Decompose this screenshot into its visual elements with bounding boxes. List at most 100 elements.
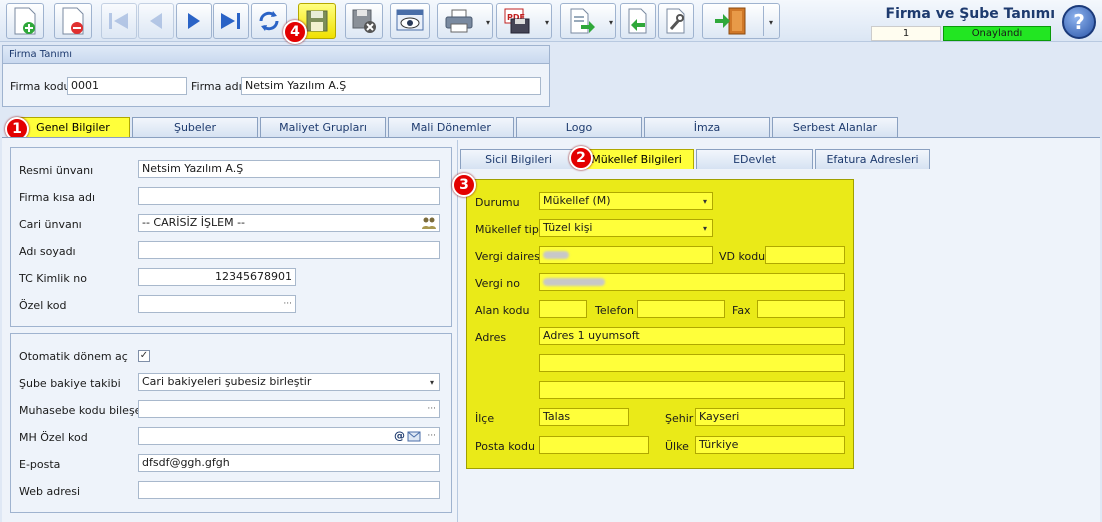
durum-select[interactable]: Mükellef (M) ▾ <box>539 192 713 210</box>
kisa-ad-label: Firma kısa adı <box>19 191 96 204</box>
chevron-down-icon[interactable]: ▾ <box>703 194 707 209</box>
adres-line-3-input[interactable] <box>539 381 845 399</box>
chevron-down-icon[interactable]: ▾ <box>545 18 549 27</box>
vergi-no-label: Vergi no <box>475 277 521 290</box>
email-at-icon[interactable]: @ <box>394 428 405 444</box>
resmi-unvan-label: Resmi ünvanı <box>19 164 94 177</box>
chevron-down-icon[interactable]: ▾ <box>769 18 773 27</box>
firma-group-title: Firma Tanımı <box>3 46 549 64</box>
new-doc-icon <box>14 7 36 35</box>
adres-label: Adres <box>475 331 507 344</box>
alan-kodu-label: Alan kodu <box>475 304 530 317</box>
tc-label: TC Kimlik no <box>19 272 87 285</box>
telefon-label: Telefon <box>595 304 635 317</box>
oto-donem-label: Otomatik dönem aç <box>19 350 128 363</box>
help-icon[interactable]: ? <box>1062 5 1096 39</box>
eposta-input[interactable]: dfsdf@ggh.gfgh <box>138 454 440 472</box>
tab-logo[interactable]: Logo <box>516 117 642 137</box>
tab-efatura-adresleri[interactable]: Efatura Adresleri <box>815 149 930 169</box>
sehir-input[interactable]: Kayseri <box>695 408 845 426</box>
resmi-unvan-input[interactable]: Netsim Yazılım A.Ş <box>138 160 440 178</box>
ulke-label: Ülke <box>665 440 689 453</box>
tab-mukellef-bilgileri[interactable]: Mükellef Bilgileri <box>579 149 694 169</box>
tools-button[interactable] <box>658 3 694 39</box>
cari-unvan-input[interactable]: -- CARİSİZ İŞLEM -- <box>138 214 440 232</box>
refresh-icon <box>259 11 279 31</box>
redacted-value <box>543 251 569 259</box>
mh-ozel-input[interactable]: @ ··· <box>138 427 440 445</box>
next-record-button[interactable] <box>176 3 212 39</box>
firma-code-input[interactable]: 0001 <box>67 77 187 95</box>
print-button[interactable]: ▾ <box>437 3 493 39</box>
tab-mali-donemler[interactable]: Mali Dönemler <box>388 117 514 137</box>
general-panel: Resmi ünvanı Netsim Yazılım A.Ş Firma kı… <box>10 147 452 327</box>
next-icon <box>188 13 200 29</box>
posta-kodu-label: Posta kodu <box>475 440 535 453</box>
users-lookup-icon[interactable] <box>421 216 437 230</box>
more-icon[interactable]: ··· <box>283 296 292 312</box>
chevron-down-icon[interactable]: ▾ <box>486 18 490 27</box>
tab-genel-bilgiler[interactable]: Genel Bilgiler <box>16 117 130 137</box>
alan-kodu-input[interactable] <box>539 300 587 318</box>
vergi-no-input[interactable] <box>539 273 845 291</box>
window-title: Firma ve Şube Tanımı <box>885 6 1055 22</box>
adi-soyadi-label: Adı soyadı <box>19 245 76 258</box>
more-icon[interactable]: ··· <box>427 401 436 417</box>
mail-list-icon[interactable] <box>407 431 421 442</box>
mukellef-tipi-label: Mükellef tipi <box>475 223 542 236</box>
tab-serbest-alanlar[interactable]: Serbest Alanlar <box>772 117 898 137</box>
prev-record-button[interactable] <box>138 3 174 39</box>
pdf-icon: PDF <box>504 8 530 34</box>
adi-soyadi-input[interactable] <box>138 241 440 259</box>
firma-code-label: Firma kodu <box>10 80 71 93</box>
posta-kodu-input[interactable] <box>539 436 649 454</box>
tab-subeler[interactable]: Şubeler <box>132 117 258 137</box>
last-record-button[interactable] <box>213 3 249 39</box>
telefon-input[interactable] <box>637 300 725 318</box>
more-icon[interactable]: ··· <box>427 428 436 444</box>
eposta-label: E-posta <box>19 458 61 471</box>
import-icon <box>628 8 647 34</box>
ilce-input[interactable]: Talas <box>539 408 629 426</box>
exit-button[interactable]: ▾ <box>702 3 780 39</box>
record-number: 1 <box>871 26 941 41</box>
muh-kod-input[interactable]: ··· <box>138 400 440 418</box>
step-badge-2: 2 <box>569 146 593 170</box>
ozel-kod-input[interactable]: ··· <box>138 295 296 313</box>
new-record-button[interactable] <box>6 3 44 39</box>
refresh-button[interactable] <box>251 3 287 39</box>
chevron-down-icon[interactable]: ▾ <box>430 375 434 390</box>
preview-button[interactable] <box>390 3 430 39</box>
tab-maliyet-gruplari[interactable]: Maliyet Grupları <box>260 117 386 137</box>
tab-imza[interactable]: İmza <box>644 117 770 137</box>
status-badge: Onaylandı <box>943 26 1051 41</box>
vergi-dairesi-label: Vergi dairesi <box>475 250 543 263</box>
fax-input[interactable] <box>757 300 845 318</box>
pdf-button[interactable]: PDF ▾ <box>496 3 552 39</box>
tab-sicil-bilgileri[interactable]: Sicil Bilgileri <box>460 149 577 169</box>
first-record-button[interactable] <box>101 3 137 39</box>
tc-input[interactable]: 12345678901 <box>138 268 296 286</box>
mukellef-tipi-select[interactable]: Tüzel kişi ▾ <box>539 219 713 237</box>
tab-edevlet[interactable]: EDevlet <box>696 149 813 169</box>
import-button[interactable] <box>620 3 656 39</box>
adres-line-1-input[interactable]: Adres 1 uyumsoft <box>539 327 845 345</box>
web-input[interactable] <box>138 481 440 499</box>
chevron-down-icon[interactable]: ▾ <box>703 221 707 236</box>
ulke-input[interactable]: Türkiye <box>695 436 845 454</box>
cancel-save-button[interactable] <box>345 3 383 39</box>
export-button[interactable]: ▾ <box>560 3 616 39</box>
adres-line-2-input[interactable] <box>539 354 845 372</box>
vd-kodu-input[interactable] <box>765 246 845 264</box>
kisa-ad-input[interactable] <box>138 187 440 205</box>
oto-donem-checkbox[interactable]: ✓ <box>138 350 150 362</box>
sehir-label: Şehir <box>665 412 694 425</box>
firma-name-input[interactable]: Netsim Yazılım A.Ş <box>241 77 541 95</box>
general-panel-2: Otomatik dönem aç ✓ Şube bakiye takibi C… <box>10 333 452 513</box>
exit-door-icon <box>715 7 746 35</box>
vergi-dairesi-input[interactable] <box>539 246 713 264</box>
chevron-down-icon[interactable]: ▾ <box>609 18 613 27</box>
vd-kodu-label: VD kodu <box>719 250 766 263</box>
sube-bakiye-select[interactable]: Cari bakiyeleri şubesiz birleştir ▾ <box>138 373 440 391</box>
delete-record-button[interactable] <box>54 3 92 39</box>
